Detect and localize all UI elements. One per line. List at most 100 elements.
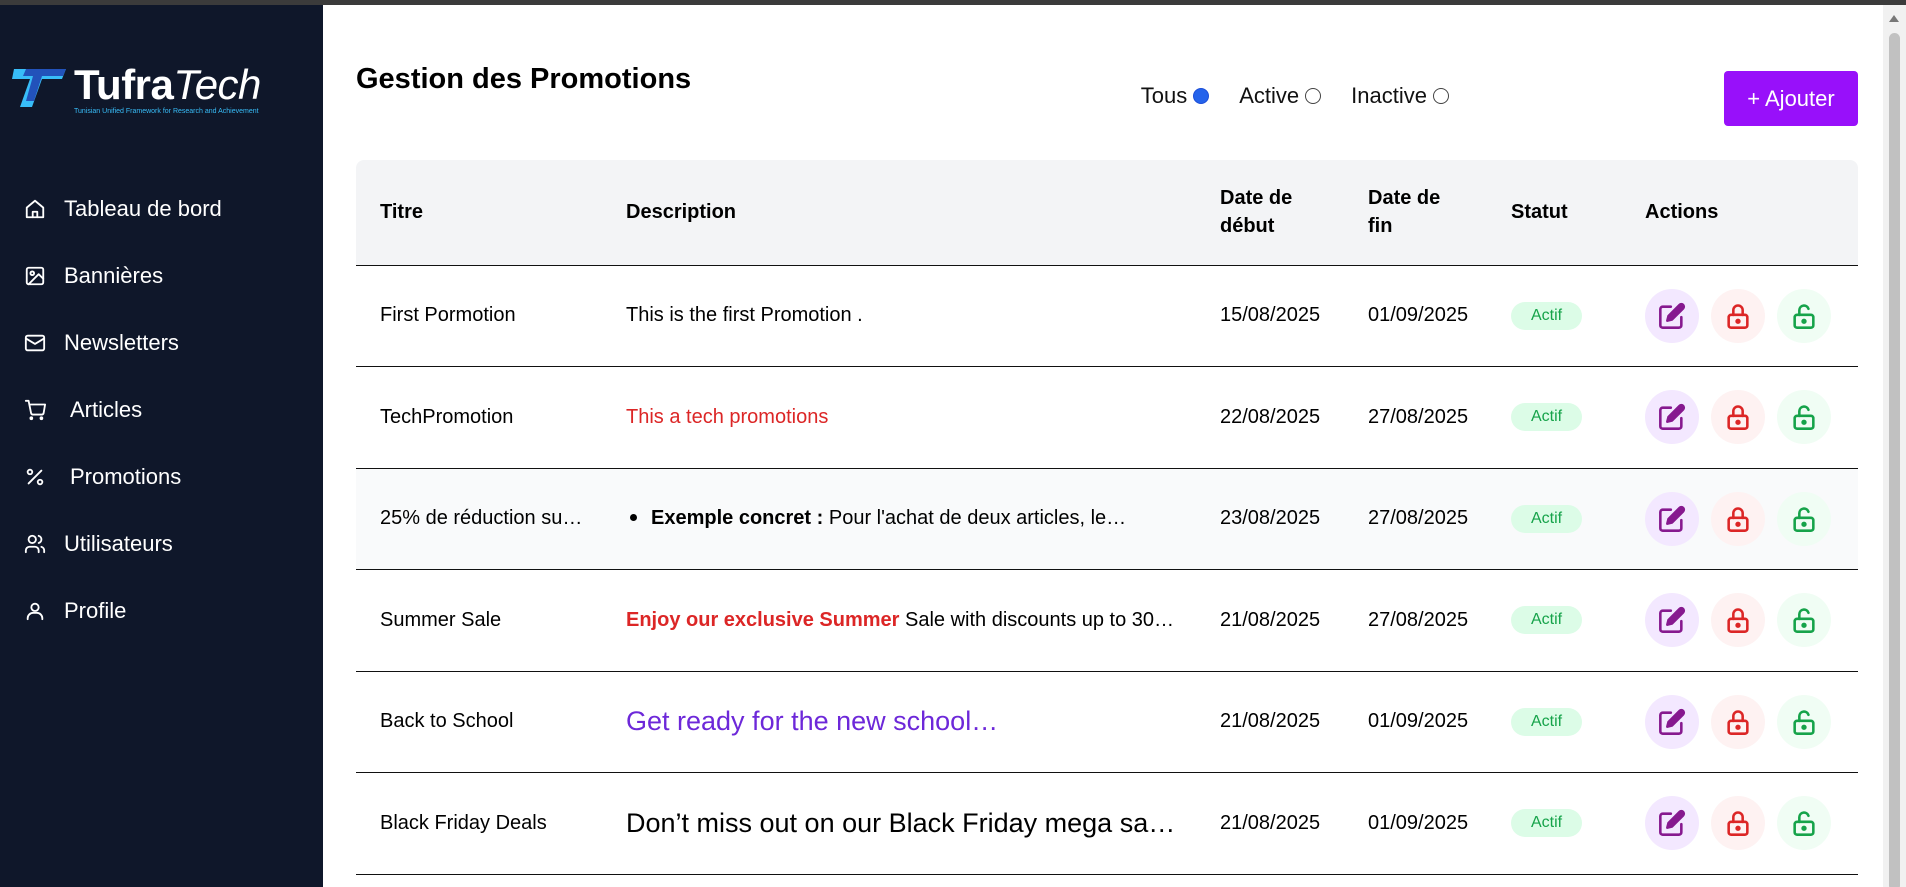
scroll-up-arrow-icon[interactable] xyxy=(1889,15,1899,22)
edit-button[interactable] xyxy=(1645,796,1699,851)
promotion-end-date: 27/08/2025 xyxy=(1368,608,1469,631)
unlock-icon xyxy=(1793,811,1815,837)
description-text: Sale with discounts up to 30… xyxy=(899,608,1175,631)
filter-inactive[interactable]: Inactive xyxy=(1351,83,1449,109)
sidebar-item-profile[interactable]: Profile xyxy=(0,577,323,644)
sidebar-item-promotions[interactable]: Promotions xyxy=(0,443,323,510)
sidebar-item-banners[interactable]: Bannières xyxy=(0,242,323,309)
promotion-actions-cell xyxy=(1621,265,1858,367)
description-text: Don’t miss out on our Black Friday mega … xyxy=(626,807,1176,838)
sidebar-item-dashboard[interactable]: Tableau de bord xyxy=(0,175,323,242)
deactivate-button[interactable] xyxy=(1711,491,1765,546)
edit-button[interactable] xyxy=(1645,593,1699,648)
activate-button[interactable] xyxy=(1777,390,1831,445)
promotion-description: Exemple concret : Pour l'achat de deux a… xyxy=(602,468,1196,570)
unlock-icon xyxy=(1793,304,1815,329)
activate-button[interactable] xyxy=(1777,288,1831,343)
promotion-description: Don’t miss out on our Black Friday mega … xyxy=(602,773,1196,875)
brand-logo[interactable]: TufraTech Tunisian Unified Framework for… xyxy=(12,61,302,123)
sidebar-item-articles[interactable]: Articles xyxy=(0,376,323,443)
promotion-end-date: 27/08/2025 xyxy=(1368,405,1469,428)
status-badge: Actif xyxy=(1511,504,1583,533)
column-header-title: Titre xyxy=(356,160,602,266)
unlock-icon xyxy=(1793,405,1815,431)
table-row: Black Friday Deals Don’t miss out on our… xyxy=(356,773,1858,875)
promotion-end-date: 01/09/2025 xyxy=(1368,811,1469,834)
edit-button[interactable] xyxy=(1645,390,1699,445)
table-header-row: Titre Description Date de début Date de fi… xyxy=(356,160,1858,266)
bullet-icon xyxy=(630,513,637,521)
activate-button[interactable] xyxy=(1777,694,1831,749)
column-header-description: Description xyxy=(602,160,1196,266)
filter-label: Inactive xyxy=(1351,83,1427,108)
edit-button[interactable] xyxy=(1645,694,1699,749)
column-header-end-date: Date de fin xyxy=(1344,160,1487,266)
activate-button[interactable] xyxy=(1777,593,1831,648)
promotion-title: Back to School xyxy=(380,710,514,733)
edit-icon xyxy=(1659,302,1686,329)
table-row: First Pormotion This is the first Promot… xyxy=(356,265,1858,367)
lock-icon xyxy=(1727,304,1749,329)
activate-button[interactable] xyxy=(1777,796,1831,851)
column-header-status: Statut xyxy=(1487,160,1621,266)
description-text: Pour l'achat de deux articles, le… xyxy=(823,507,1127,530)
row-actions xyxy=(1645,288,1858,343)
activate-button[interactable] xyxy=(1777,491,1831,546)
promotion-title: Summer Sale xyxy=(380,608,502,631)
promotion-start-date: 21/08/2025 xyxy=(1220,710,1321,733)
page-scrollbar[interactable] xyxy=(1883,5,1906,887)
lock-icon xyxy=(1727,811,1749,837)
filter-label: Active xyxy=(1239,83,1300,108)
unlock-icon xyxy=(1793,608,1815,634)
promotion-end-date: 01/09/2025 xyxy=(1368,710,1469,733)
lock-icon xyxy=(1727,507,1749,532)
filter-active[interactable]: Active xyxy=(1239,83,1322,109)
promotion-start-date: 22/08/2025 xyxy=(1220,405,1321,428)
description-text: This is the first Promotion . xyxy=(626,304,863,327)
promotion-description: Enjoy our exclusive Summer Sale with dis… xyxy=(602,570,1196,672)
column-header-actions: Actions xyxy=(1621,160,1858,266)
page-title: Gestion des Promotions xyxy=(356,63,692,95)
deactivate-button[interactable] xyxy=(1711,593,1765,648)
deactivate-button[interactable] xyxy=(1711,796,1765,851)
promotion-start-date: 21/08/2025 xyxy=(1220,811,1321,834)
edit-icon xyxy=(1659,708,1686,735)
brand-name: TufraTech xyxy=(74,61,261,108)
description-bold-text: Exemple concret : xyxy=(651,507,824,530)
mail-icon xyxy=(24,334,46,351)
scrollbar-thumb[interactable] xyxy=(1889,33,1900,887)
lock-icon xyxy=(1727,710,1749,735)
lock-icon xyxy=(1727,405,1749,431)
row-actions xyxy=(1645,694,1858,749)
promotion-title: TechPromotion xyxy=(380,405,514,428)
promotion-actions-cell xyxy=(1621,367,1858,469)
deactivate-button[interactable] xyxy=(1711,288,1765,343)
add-promotion-button[interactable]: + Ajouter xyxy=(1724,71,1858,126)
image-icon xyxy=(25,266,45,285)
sidebar-item-label: Utilisateurs xyxy=(64,530,173,556)
deactivate-button[interactable] xyxy=(1711,390,1765,445)
sidebar-item-users[interactable]: Utilisateurs xyxy=(0,510,323,577)
promotion-end-date: 01/09/2025 xyxy=(1368,304,1469,327)
edit-button[interactable] xyxy=(1645,288,1699,343)
edit-button[interactable] xyxy=(1645,491,1699,546)
promotion-description: Get ready for the new school… xyxy=(602,671,1196,773)
promotions-table-container: Titre Description Date de début Date de fi… xyxy=(356,160,1858,887)
promotion-start-date: 15/08/2025 xyxy=(1220,304,1321,327)
radio-selected-icon[interactable] xyxy=(1193,88,1210,104)
filter-all[interactable]: Tous xyxy=(1141,83,1210,109)
radio-icon[interactable] xyxy=(1305,88,1322,104)
sidebar: TufraTech Tunisian Unified Framework for… xyxy=(0,5,323,887)
radio-icon[interactable] xyxy=(1433,88,1449,104)
sidebar-item-newsletters[interactable]: Newsletters xyxy=(0,309,323,376)
logo-mark-icon xyxy=(12,69,66,107)
promotion-title: Black Friday Deals xyxy=(380,811,547,834)
promotion-status-cell: Actif xyxy=(1487,570,1621,672)
description-text: Get ready for the new school… xyxy=(626,706,999,737)
deactivate-button[interactable] xyxy=(1711,694,1765,749)
user-icon xyxy=(26,602,44,620)
promotion-actions-cell xyxy=(1621,468,1858,570)
brand-tagline: Tunisian Unified Framework for Research … xyxy=(74,108,259,115)
sidebar-item-label: Profile xyxy=(64,597,127,623)
row-actions xyxy=(1645,390,1858,445)
